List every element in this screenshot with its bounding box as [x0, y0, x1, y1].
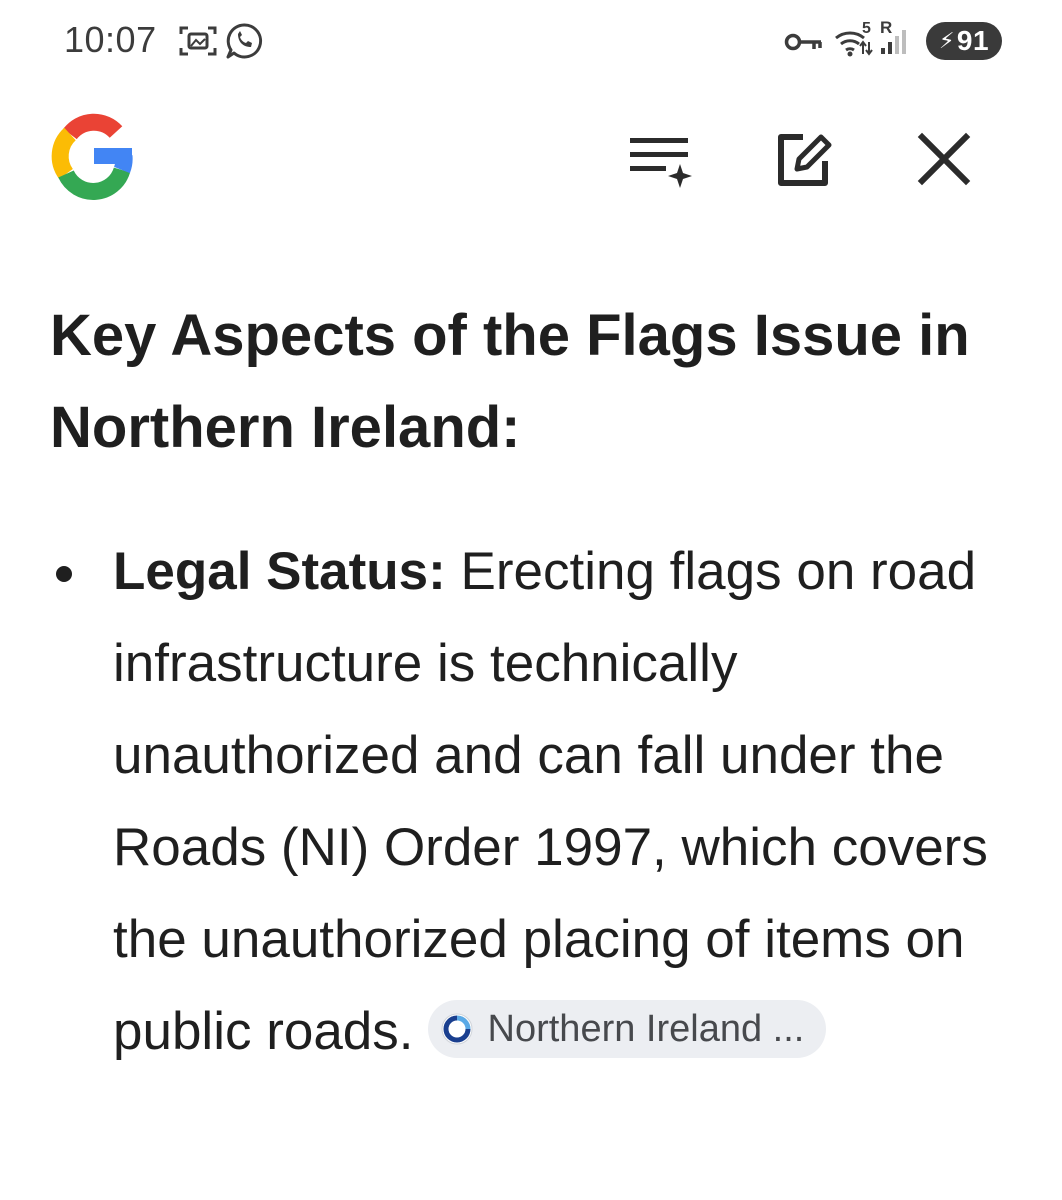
source-favicon-icon	[441, 1013, 473, 1045]
charging-bolt-icon: ⚡	[938, 28, 955, 53]
network-type-label: 5	[862, 20, 871, 37]
bullet-marker	[56, 566, 72, 582]
vpn-key-icon	[784, 33, 822, 51]
source-chip-label: Northern Ireland ...	[487, 1008, 805, 1050]
edit-icon	[778, 134, 832, 186]
close-button[interactable]	[905, 120, 983, 198]
app-header	[0, 100, 1062, 210]
battery-indicator: ⚡ 91	[926, 22, 1002, 60]
battery-level: 91	[956, 25, 990, 56]
whatsapp-icon	[226, 23, 263, 59]
ai-summary-button[interactable]	[620, 120, 698, 198]
data-arrows-icon	[859, 40, 873, 56]
bullet-term: Legal Status:	[113, 542, 446, 601]
source-chip[interactable]: Northern Ireland ...	[427, 1000, 827, 1058]
list-item: Legal Status: Erecting flags on road inf…	[50, 526, 1020, 1078]
google-g-logo[interactable]	[50, 112, 138, 200]
ai-summary-icon	[630, 138, 692, 188]
status-bar: 10:07 5 R ⚡ 91	[0, 0, 1062, 82]
screenshot-icon	[179, 26, 217, 56]
bullet-list: Legal Status: Erecting flags on road inf…	[50, 526, 1020, 1078]
answer-content: Key Aspects of the Flags Issue in Northe…	[50, 290, 1020, 1078]
signal-strength-icon	[881, 30, 906, 54]
section-heading: Key Aspects of the Flags Issue in Northe…	[50, 303, 970, 460]
status-time: 10:07	[64, 19, 157, 60]
close-icon	[917, 132, 971, 186]
edit-button[interactable]	[764, 120, 842, 198]
